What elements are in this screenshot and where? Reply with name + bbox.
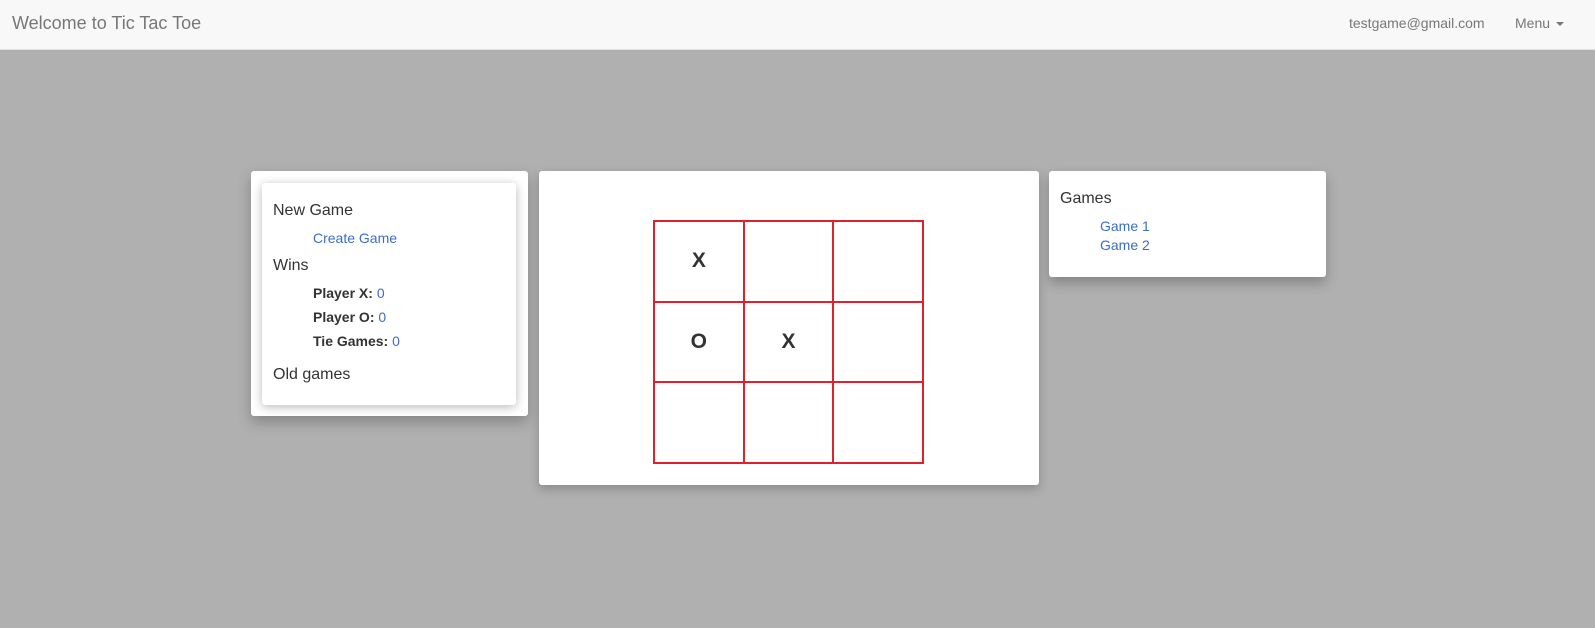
stat-label: Tie Games: <box>313 333 389 349</box>
create-game-link[interactable]: Create Game <box>313 230 397 246</box>
game-link[interactable]: Game 2 <box>1100 237 1150 253</box>
stat-player-o: Player O: 0 <box>313 309 386 325</box>
board-cell[interactable]: X <box>743 301 834 383</box>
board-cell[interactable]: O <box>654 301 744 383</box>
stat-value: 0 <box>378 309 387 325</box>
board-cell[interactable] <box>833 221 923 302</box>
game-link[interactable]: Game 1 <box>1100 218 1150 234</box>
stat-player-x: Player X: 0 <box>313 285 385 301</box>
game-board-panel: X O X <box>539 171 1039 485</box>
board-cell[interactable] <box>743 221 834 302</box>
left-panel: New Game Create Game Wins Player X: 0 Pl… <box>251 171 528 416</box>
new-game-title: New Game <box>273 202 354 219</box>
board-cell[interactable] <box>833 301 923 383</box>
navbar: Welcome to Tic Tac Toe testgame@gmail.co… <box>0 0 1595 50</box>
board-cell[interactable]: X <box>654 221 744 302</box>
tic-tac-toe-board: X O X <box>653 220 924 464</box>
menu-label: Menu <box>1515 15 1551 31</box>
user-email[interactable]: testgame@gmail.com <box>1349 15 1485 31</box>
stat-label: Player O: <box>313 309 375 325</box>
board-cell[interactable] <box>833 382 923 463</box>
stat-label: Player X: <box>313 285 373 301</box>
left-panel-card: New Game Create Game Wins Player X: 0 Pl… <box>262 183 516 405</box>
caret-down-icon <box>1556 22 1565 27</box>
wins-title: Wins <box>273 257 309 274</box>
games-panel: Games Game 1 Game 2 <box>1049 171 1326 277</box>
menu-dropdown[interactable]: Menu <box>1515 15 1565 31</box>
brand-title[interactable]: Welcome to Tic Tac Toe <box>12 13 201 34</box>
games-title: Games <box>1060 190 1112 207</box>
old-games-title: Old games <box>273 366 351 383</box>
stat-tie-games: Tie Games: 0 <box>313 333 400 349</box>
board-cell[interactable] <box>743 382 834 463</box>
stat-value: 0 <box>392 333 400 349</box>
board-cell[interactable] <box>654 382 744 463</box>
stat-value: 0 <box>376 285 385 301</box>
